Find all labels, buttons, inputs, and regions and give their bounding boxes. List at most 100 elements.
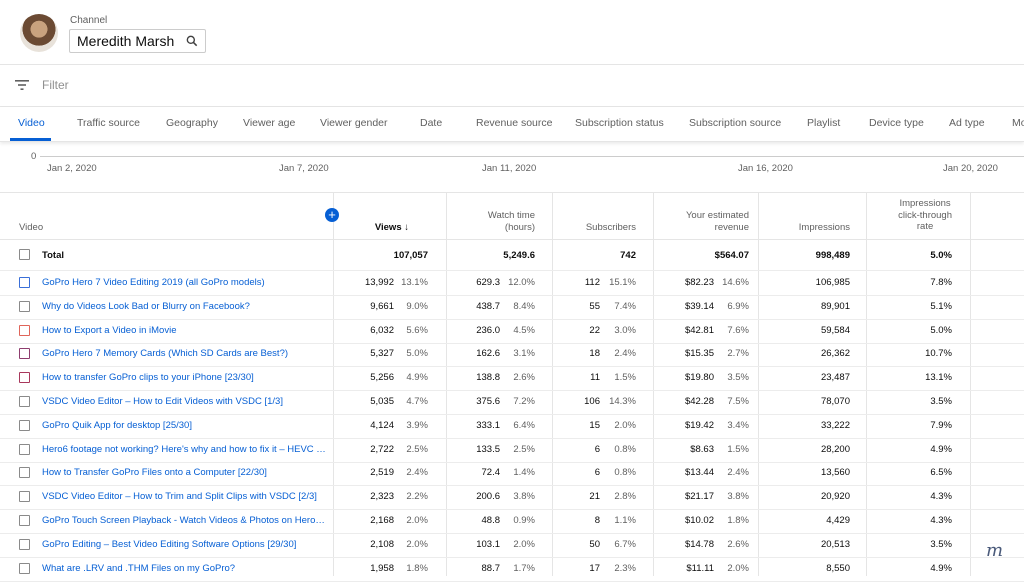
row-checkbox[interactable]: [19, 324, 30, 336]
video-title-link[interactable]: GoPro Hero 7 Video Editing 2019 (all GoP…: [42, 277, 327, 288]
row-checkbox[interactable]: [19, 443, 30, 455]
video-title-link[interactable]: GoPro Touch Screen Playback - Watch Vide…: [42, 515, 327, 526]
impressions-value: 33,222: [820, 419, 850, 431]
subscribers-percent: 15.1%: [609, 277, 636, 288]
tab-ad-type[interactable]: Ad type: [949, 117, 985, 129]
revenue-percent: 2.7%: [727, 348, 749, 360]
channel-selector[interactable]: Meredith Marsh: [69, 29, 206, 53]
row-checkbox[interactable]: [19, 491, 30, 503]
table-row[interactable]: How to transfer GoPro clips to your iPho…: [0, 366, 1024, 392]
revenue-percent: 3.4%: [727, 419, 749, 431]
watch-time-value: 200.6: [476, 491, 500, 503]
x-axis-label: Jan 2, 2020: [47, 163, 97, 174]
filter-icon[interactable]: [15, 79, 29, 91]
tab-subscription-status[interactable]: Subscription status: [575, 117, 664, 129]
table-row[interactable]: How to Transfer GoPro Files onto a Compu…: [0, 461, 1024, 487]
table-row[interactable]: GoPro Touch Screen Playback - Watch Vide…: [0, 509, 1024, 534]
video-title-link[interactable]: How to Export a Video in iMovie: [42, 325, 327, 336]
revenue-percent: 1.5%: [727, 443, 749, 455]
video-title-link[interactable]: Why do Videos Look Bad or Blurry on Face…: [42, 301, 327, 312]
table-row[interactable]: Why do Videos Look Bad or Blurry on Face…: [0, 295, 1024, 320]
impressions-value: 20,920: [820, 491, 850, 503]
row-checkbox[interactable]: [19, 277, 30, 288]
watermark-logo: m: [986, 540, 1004, 561]
search-icon[interactable]: [185, 34, 199, 48]
subscribers-percent: 1.5%: [614, 372, 636, 384]
sort-arrow-down-icon: ↓: [404, 222, 409, 233]
row-checkbox[interactable]: [19, 515, 30, 526]
table-row[interactable]: GoPro Hero 7 Memory Cards (Which SD Card…: [0, 342, 1024, 368]
column-header-video[interactable]: Video: [19, 222, 43, 234]
tab-date[interactable]: Date: [420, 117, 442, 129]
ctr-value: 5.1%: [930, 300, 952, 312]
revenue-value: $14.78: [684, 538, 714, 550]
add-column-button[interactable]: +: [325, 208, 339, 222]
dimension-tabs: Video Traffic source Geography Viewer ag…: [0, 107, 1024, 142]
video-title-link[interactable]: GoPro Editing – Best Video Editing Softw…: [42, 539, 327, 550]
watch-time-value: 133.5: [476, 443, 500, 455]
table-row[interactable]: GoPro Editing – Best Video Editing Softw…: [0, 533, 1024, 558]
column-header-watch-time[interactable]: Watch time (hours): [488, 210, 535, 233]
active-tab-indicator: [10, 138, 51, 141]
tab-viewer-gender[interactable]: Viewer gender: [320, 117, 388, 129]
tab-more[interactable]: Mo: [1012, 117, 1024, 129]
subscribers-value: 17: [589, 562, 600, 574]
watch-time-percent: 3.8%: [513, 491, 535, 503]
video-title-link[interactable]: VSDC Video Editor – How to Trim and Spli…: [42, 491, 327, 502]
table-row[interactable]: VSDC Video Editor – How to Edit Videos w…: [0, 390, 1024, 415]
video-title-link[interactable]: How to Transfer GoPro Files onto a Compu…: [42, 467, 327, 478]
video-title-link[interactable]: How to transfer GoPro clips to your iPho…: [42, 372, 327, 383]
tab-viewer-age[interactable]: Viewer age: [243, 117, 295, 129]
column-header-views[interactable]: Views ↓: [375, 222, 409, 234]
table-row[interactable]: How to Export a Video in iMovie 6,032 5.6%…: [0, 319, 1024, 344]
row-checkbox[interactable]: [19, 467, 30, 479]
tab-device-type[interactable]: Device type: [869, 117, 924, 129]
row-checkbox[interactable]: [19, 419, 30, 431]
column-header-revenue[interactable]: Your estimated revenue: [686, 210, 749, 233]
tab-subscription-source[interactable]: Subscription source: [689, 117, 781, 129]
tab-geography[interactable]: Geography: [166, 117, 218, 129]
avatar[interactable]: [20, 14, 58, 52]
ctr-value: 4.3%: [930, 491, 952, 503]
column-header-ctr[interactable]: Impressions click-through rate: [898, 198, 952, 233]
tab-revenue-source[interactable]: Revenue source: [476, 117, 552, 129]
watch-time-value: 375.6: [476, 396, 500, 407]
table-row[interactable]: What are .LRV and .THM Files on my GoPro…: [0, 557, 1024, 582]
video-title-link[interactable]: GoPro Quik App for desktop [25/30]: [42, 420, 327, 431]
revenue-value: $10.02: [684, 515, 714, 526]
video-title-link[interactable]: GoPro Hero 7 Memory Cards (Which SD Card…: [42, 348, 327, 359]
watch-time-percent: 7.2%: [513, 396, 535, 407]
row-checkbox[interactable]: [19, 348, 30, 360]
video-title-link[interactable]: What are .LRV and .THM Files on my GoPro…: [42, 563, 327, 574]
tab-playlist[interactable]: Playlist: [807, 117, 840, 129]
revenue-value: $39.14: [684, 300, 714, 312]
x-axis-label: Jan 16, 2020: [738, 163, 793, 174]
total-checkbox[interactable]: [19, 249, 30, 260]
views-value: 2,722: [370, 443, 394, 455]
row-checkbox[interactable]: [19, 372, 30, 384]
subscribers-value: 55: [589, 300, 600, 312]
column-header-views-label: Views: [374, 222, 402, 233]
filter-input[interactable]: Filter: [42, 78, 69, 92]
column-header-ctr-line-2: click-through: [898, 209, 952, 221]
row-checkbox[interactable]: [19, 562, 30, 574]
views-percent: 2.0%: [406, 538, 428, 550]
row-checkbox[interactable]: [19, 396, 30, 407]
filter-bar[interactable]: Filter: [0, 65, 1024, 107]
ctr-value: 3.5%: [930, 396, 952, 407]
row-checkbox[interactable]: [19, 538, 30, 550]
subscribers-percent: 2.0%: [614, 419, 636, 431]
tab-video[interactable]: Video: [18, 117, 45, 129]
table-row[interactable]: GoPro Hero 7 Video Editing 2019 (all GoP…: [0, 271, 1024, 296]
views-value: 2,519: [370, 467, 394, 479]
column-header-subscribers[interactable]: Subscribers: [586, 222, 636, 234]
video-title-link[interactable]: Hero6 footage not working? Here's why an…: [42, 444, 327, 455]
table-row[interactable]: Hero6 footage not working? Here's why an…: [0, 438, 1024, 463]
table-row[interactable]: VSDC Video Editor – How to Trim and Spli…: [0, 485, 1024, 511]
video-title-link[interactable]: VSDC Video Editor – How to Edit Videos w…: [42, 396, 327, 407]
impressions-value: 78,070: [820, 396, 850, 407]
tab-traffic-source[interactable]: Traffic source: [77, 117, 140, 129]
table-row[interactable]: GoPro Quik App for desktop [25/30] 4,124 3…: [0, 414, 1024, 439]
column-header-impressions[interactable]: Impressions: [799, 222, 850, 234]
row-checkbox[interactable]: [19, 300, 30, 312]
